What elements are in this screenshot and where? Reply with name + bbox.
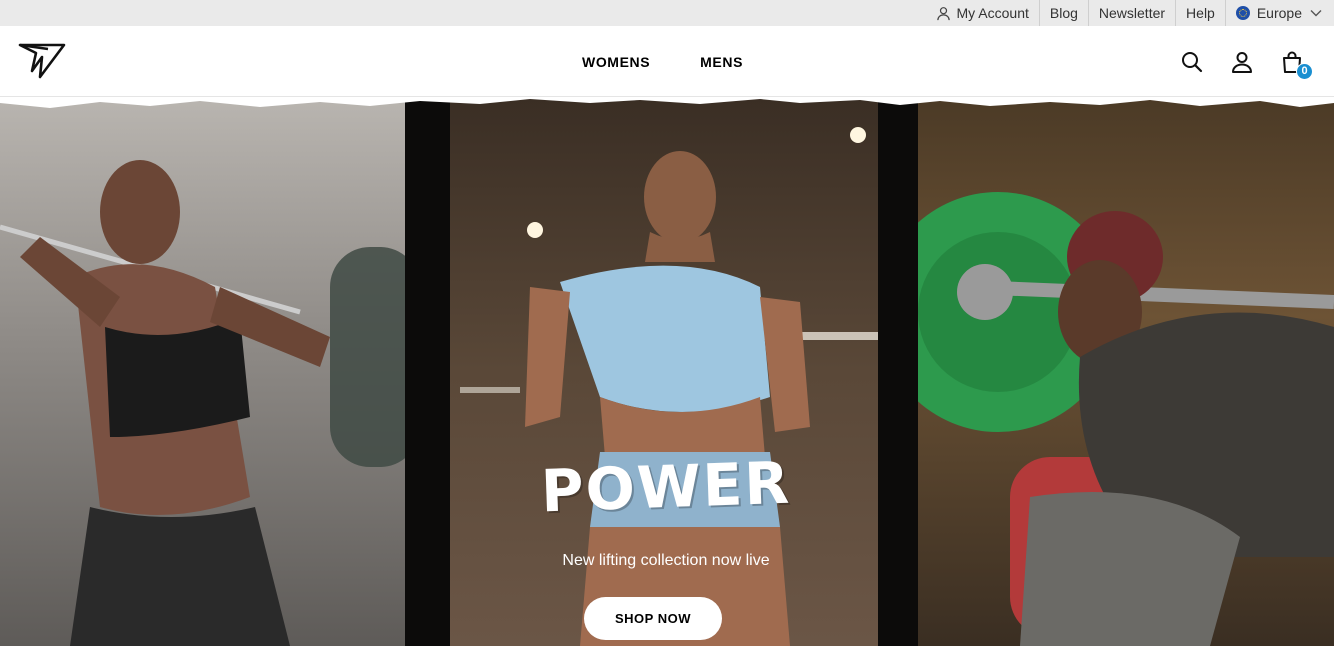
my-account-label: My Account — [956, 5, 1029, 21]
chevron-down-icon — [1310, 10, 1322, 17]
main-header: WOMENS MENS 0 — [0, 26, 1334, 97]
utility-links: My Account Blog Newsletter Help Europe — [926, 0, 1334, 26]
bag-icon[interactable]: 0 — [1280, 50, 1313, 80]
region-selector[interactable]: Europe — [1224, 0, 1334, 26]
hero-banner[interactable]: POWER New lifting collection now live SH… — [0, 97, 1334, 646]
my-account-link[interactable]: My Account — [926, 0, 1039, 26]
hero-image-left — [0, 97, 420, 646]
newsletter-link[interactable]: Newsletter — [1087, 0, 1175, 26]
region-label: Europe — [1256, 5, 1302, 21]
hero-image-right — [910, 97, 1334, 646]
user-outline-icon — [936, 6, 950, 20]
eu-flag-icon — [1235, 6, 1250, 20]
newsletter-label: Newsletter — [1098, 5, 1166, 21]
nav-mens[interactable]: MENS — [700, 54, 743, 70]
hero-headline: POWER — [539, 448, 793, 526]
blog-link[interactable]: Blog — [1038, 0, 1088, 26]
search-icon[interactable] — [1180, 50, 1204, 74]
hero-content: POWER New lifting collection now live SH… — [440, 97, 892, 646]
nav-womens[interactable]: WOMENS — [582, 54, 650, 70]
utility-bar: My Account Blog Newsletter Help Europe — [0, 0, 1334, 26]
main-nav: WOMENS MENS — [582, 26, 793, 97]
hero-subline: New lifting collection now live — [562, 552, 770, 569]
header-icons: 0 — [1154, 26, 1313, 97]
gymshark-logo-icon[interactable] — [18, 43, 66, 79]
blog-label: Blog — [1049, 5, 1078, 21]
help-label: Help — [1186, 5, 1215, 21]
user-icon[interactable] — [1230, 50, 1254, 74]
shop-now-button[interactable]: SHOP NOW — [584, 597, 722, 640]
help-link[interactable]: Help — [1175, 0, 1225, 26]
cart-count-badge: 0 — [1296, 62, 1313, 80]
